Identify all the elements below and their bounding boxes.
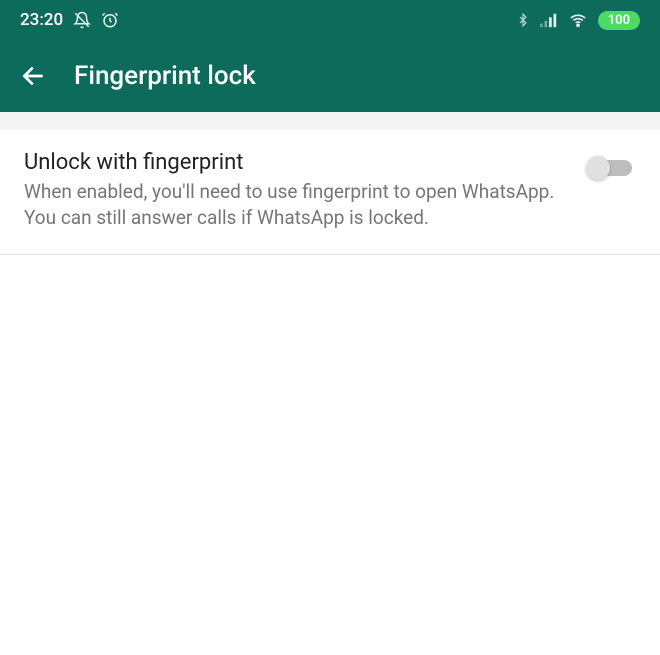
setting-text: Unlock with fingerprint When enabled, yo… (24, 150, 588, 230)
setting-title: Unlock with fingerprint (24, 150, 568, 175)
status-left: 23:20 (20, 10, 119, 30)
status-right: 100 (516, 11, 640, 30)
signal-icon (540, 12, 558, 28)
settings-content: Unlock with fingerprint When enabled, yo… (0, 130, 660, 255)
fingerprint-toggle[interactable] (588, 156, 636, 176)
battery-indicator: 100 (598, 11, 640, 30)
setting-description: When enabled, you'll need to use fingerp… (24, 179, 568, 230)
back-button[interactable] (20, 63, 46, 89)
dnd-icon (73, 11, 91, 29)
alarm-icon (101, 11, 119, 29)
app-bar: Fingerprint lock (0, 40, 660, 112)
page-title: Fingerprint lock (74, 61, 256, 91)
fingerprint-unlock-setting[interactable]: Unlock with fingerprint When enabled, yo… (0, 130, 660, 255)
empty-area (0, 255, 660, 655)
wifi-icon (568, 12, 588, 28)
bluetooth-icon (516, 11, 530, 29)
toggle-knob (586, 156, 610, 180)
status-bar: 23:20 (0, 0, 660, 40)
status-time: 23:20 (20, 10, 63, 30)
